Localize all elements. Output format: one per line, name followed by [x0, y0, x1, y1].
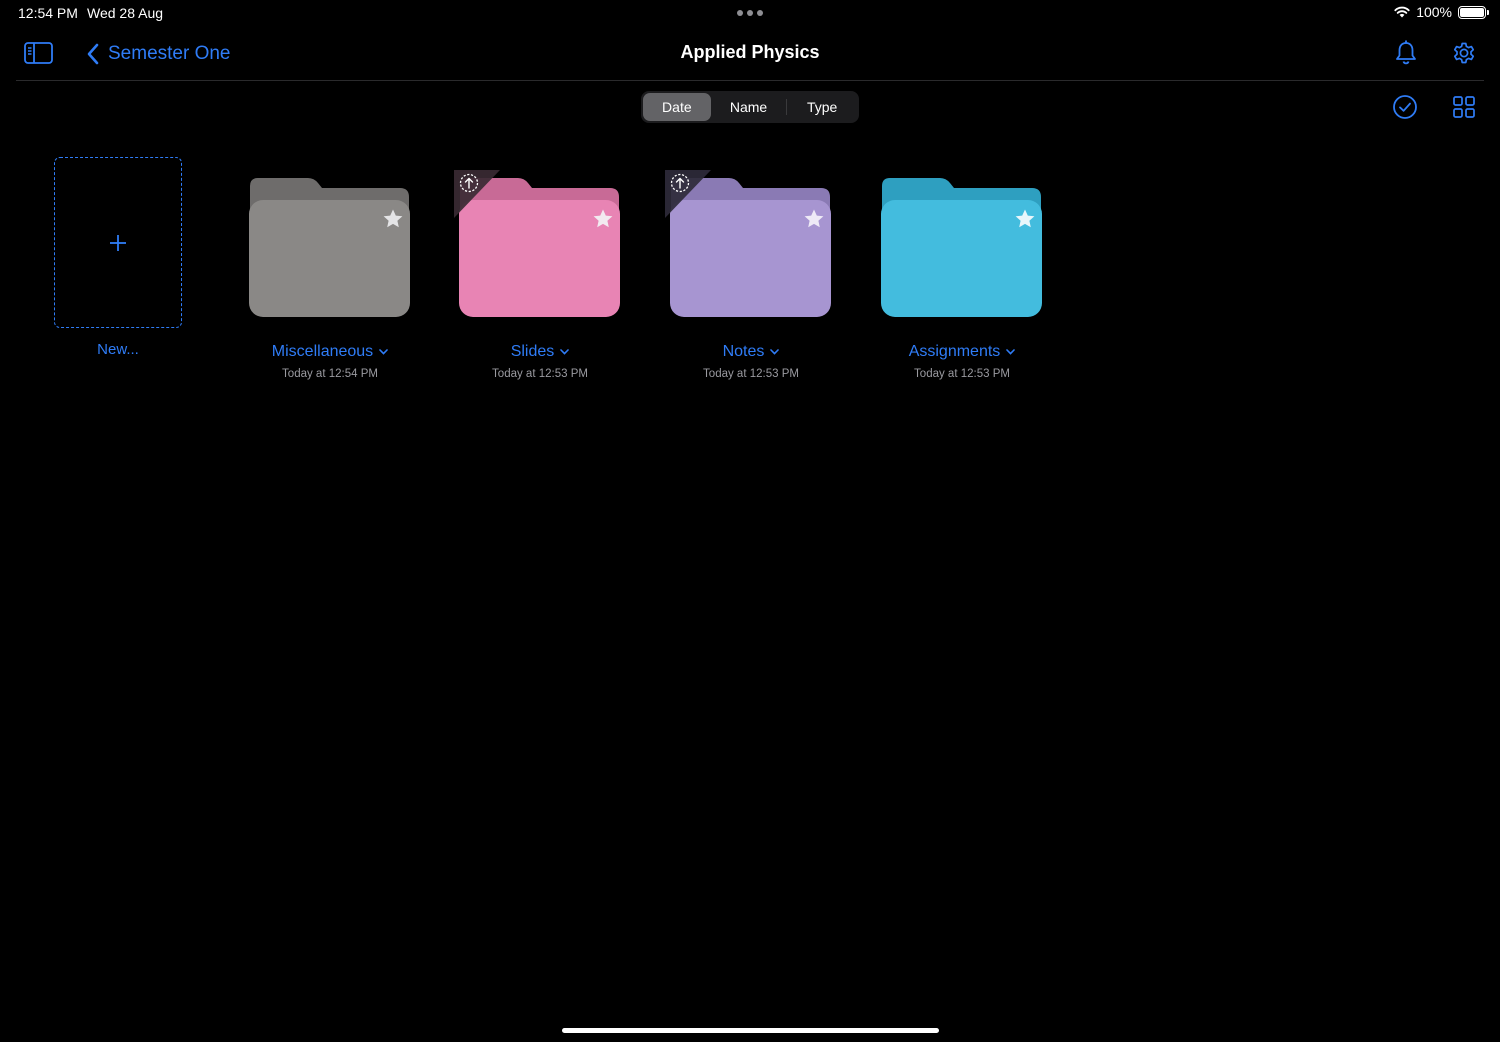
back-button[interactable]: Semester One	[86, 40, 231, 68]
chevron-down-icon	[1006, 349, 1016, 355]
sort-option-date[interactable]: Date	[643, 93, 711, 121]
folder-icon[interactable]	[248, 172, 412, 318]
sort-option-name[interactable]: Name	[711, 93, 787, 121]
folder-modified-date: Today at 12:54 PM	[282, 368, 378, 380]
status-indicators: 100%	[1394, 4, 1489, 20]
star-icon[interactable]	[592, 208, 614, 230]
back-label: Semester One	[108, 43, 231, 64]
cloud-upload-icon	[665, 170, 711, 218]
nav-divider	[16, 80, 1484, 81]
new-item-tile[interactable]	[54, 157, 182, 328]
folder-icon[interactable]	[880, 172, 1044, 318]
battery-fill	[1460, 7, 1484, 17]
multitasking-dots-icon[interactable]	[737, 10, 763, 16]
sort-option-type[interactable]: Type	[787, 93, 857, 121]
screen: 12:54 PM Wed 28 Aug 100% Semester One Ap…	[0, 0, 1500, 1042]
battery-icon	[1458, 5, 1489, 19]
folder-icon[interactable]	[665, 170, 833, 318]
folder-modified-date: Today at 12:53 PM	[492, 368, 588, 380]
folder-name: Miscellaneous	[271, 343, 374, 360]
home-indicator[interactable]	[562, 1028, 939, 1033]
folder-name: Assignments	[908, 343, 1001, 360]
folder-name-menu[interactable]: Miscellaneous	[208, 343, 452, 361]
chevron-down-icon	[379, 349, 388, 355]
chevron-down-icon	[770, 349, 780, 355]
folder-item[interactable]: Miscellaneous Today at 12:54 PM	[248, 172, 412, 380]
star-icon[interactable]	[382, 208, 404, 230]
folder-name: Slides	[510, 343, 555, 360]
sort-segmented-control: Date Name Type	[641, 91, 859, 123]
folder-icon[interactable]	[454, 170, 622, 318]
folder-name-menu[interactable]: Assignments	[840, 343, 1084, 361]
battery-percent: 100%	[1416, 4, 1452, 20]
gear-icon[interactable]	[1451, 40, 1477, 66]
folder-modified-date: Today at 12:53 PM	[914, 368, 1010, 380]
sidebar-toggle-icon[interactable]	[24, 41, 53, 65]
star-icon[interactable]	[803, 208, 825, 230]
chevron-left-icon	[87, 43, 99, 65]
new-item-label[interactable]: New...	[54, 341, 182, 358]
bell-icon[interactable]	[1393, 40, 1419, 66]
grid-view-icon[interactable]	[1452, 95, 1476, 119]
folder-name: Notes	[722, 343, 765, 360]
cloud-upload-icon	[454, 170, 500, 218]
folder-name-menu[interactable]: Notes	[629, 343, 873, 361]
folder-item[interactable]: Slides Today at 12:53 PM	[454, 170, 622, 380]
folder-item[interactable]: Assignments Today at 12:53 PM	[880, 172, 1044, 380]
folder-modified-date: Today at 12:53 PM	[703, 368, 799, 380]
plus-icon	[110, 234, 126, 251]
star-icon[interactable]	[1014, 208, 1036, 230]
status-time: 12:54 PM	[18, 5, 78, 21]
wifi-icon	[1394, 6, 1410, 18]
folder-item[interactable]: Notes Today at 12:53 PM	[665, 170, 833, 380]
chevron-down-icon	[560, 349, 570, 355]
folder-name-menu[interactable]: Slides	[418, 343, 662, 361]
select-checkmark-icon[interactable]	[1392, 94, 1418, 120]
status-date: Wed 28 Aug	[87, 5, 164, 21]
